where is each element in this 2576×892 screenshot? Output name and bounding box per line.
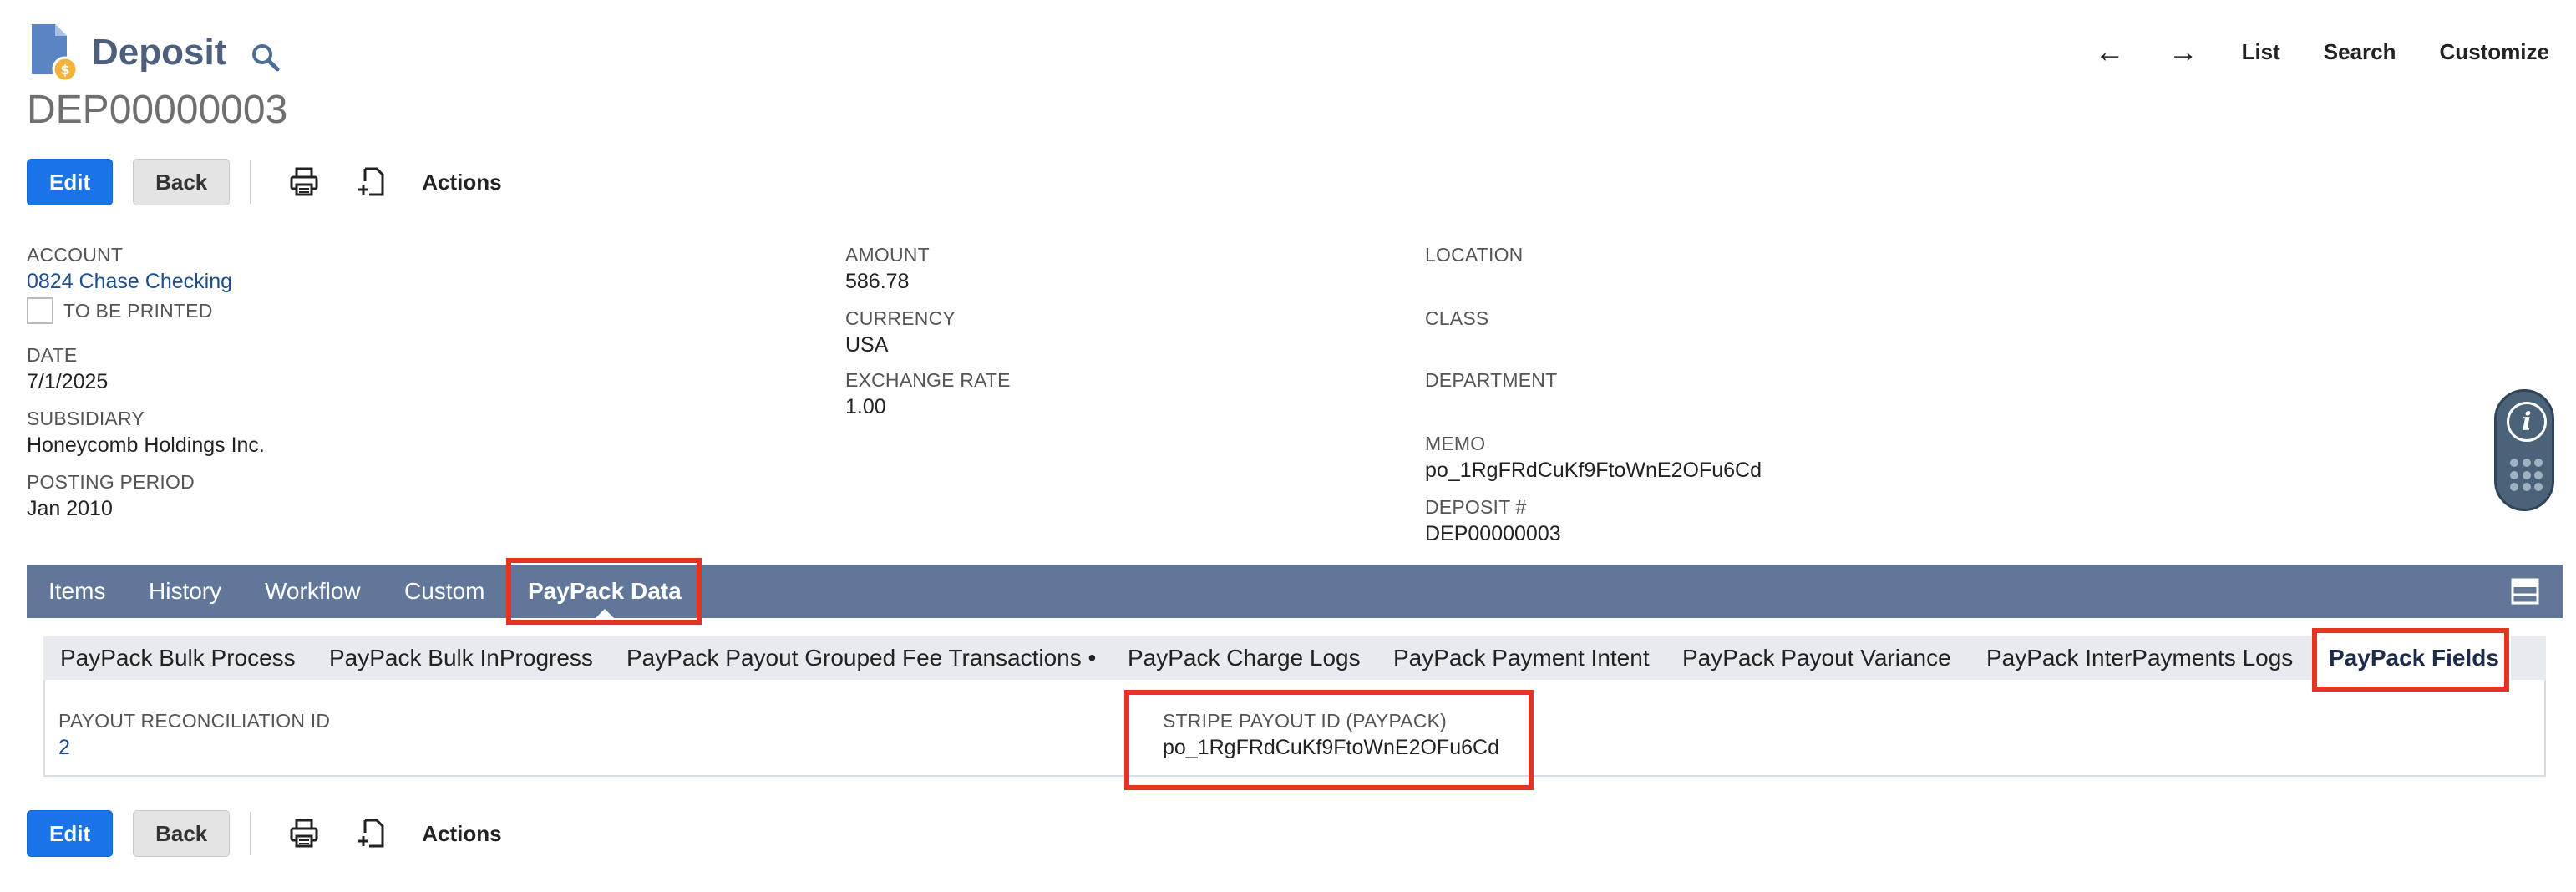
amount-field: AMOUNT 586.78 <box>845 244 930 294</box>
print-icon[interactable] <box>288 818 320 849</box>
exchange-rate-field: EXCHANGE RATE 1.00 <box>845 369 1011 419</box>
tab-history-label: History <box>149 578 222 604</box>
record-id: DEP00000003 <box>27 88 288 132</box>
deposit-number-field: DEPOSIT # DEP00000003 <box>1425 496 1561 546</box>
tab-custom[interactable]: Custom <box>404 565 484 618</box>
amount-value: 586.78 <box>845 270 910 293</box>
deposit-number-value: DEP00000003 <box>1425 522 1561 545</box>
account-field: ACCOUNT 0824 Chase Checking <box>27 244 232 294</box>
date-value: 7/1/2025 <box>27 370 109 393</box>
account-link[interactable]: 0824 Chase Checking <box>27 270 232 294</box>
main-tab-bar: Items History Workflow Custom PayPack Da… <box>27 565 2563 619</box>
edit-button-bottom[interactable]: Edit <box>27 810 114 857</box>
memo-label: MEMO <box>1425 433 1486 454</box>
bottom-toolbar: Edit Back Actions <box>27 808 502 859</box>
subtab-payment-intent[interactable]: PayPack Payment Intent <box>1393 636 1650 680</box>
exchange-rate-value: 1.00 <box>845 395 886 418</box>
location-label: LOCATION <box>1425 244 1524 266</box>
tab-items[interactable]: Items <box>48 565 105 618</box>
location-field: LOCATION <box>1425 244 1523 266</box>
posting-period-field: POSTING PERIOD Jan 2010 <box>27 471 195 521</box>
department-field: DEPARTMENT <box>1425 369 1557 392</box>
memo-value: po_1RgFRdCuKf9FtoWnE2OFu6Cd <box>1425 459 1762 482</box>
subsidiary-value: Honeycomb Holdings Inc. <box>27 433 265 457</box>
payout-reconciliation-link[interactable]: 2 <box>58 736 330 760</box>
posting-period-value: Jan 2010 <box>27 497 113 520</box>
account-label: ACCOUNT <box>27 244 124 266</box>
deposit-document-icon: $ <box>27 23 80 83</box>
subsidiary-field: SUBSIDIARY Honeycomb Holdings Inc. <box>27 408 265 458</box>
to-be-printed-label: TO BE PRINTED <box>63 299 213 322</box>
back-button[interactable]: Back <box>133 159 231 205</box>
tab-workflow-label: Workflow <box>265 578 361 604</box>
deposit-number-label: DEPOSIT # <box>1425 496 1527 518</box>
tab-items-label: Items <box>48 578 106 604</box>
department-label: DEPARTMENT <box>1425 369 1558 391</box>
list-link[interactable]: List <box>2242 39 2280 65</box>
search-icon[interactable] <box>250 42 281 73</box>
tab-workflow[interactable]: Workflow <box>265 565 361 618</box>
subsidiary-label: SUBSIDIARY <box>27 408 145 429</box>
toolbar-divider <box>250 160 252 204</box>
highlight-paypack-fields-subtab <box>2312 628 2509 692</box>
currency-label: CURRENCY <box>845 307 956 329</box>
class-field: CLASS <box>1425 307 1488 330</box>
actions-menu[interactable]: Actions <box>422 170 501 195</box>
paypack-subtab-bar: PayPack Bulk Process PayPack Bulk InProg… <box>43 636 2546 680</box>
search-link[interactable]: Search <box>2324 39 2396 65</box>
date-field: DATE 7/1/2025 <box>27 344 108 394</box>
to-be-printed-checkbox[interactable] <box>27 297 53 324</box>
date-label: DATE <box>27 344 78 366</box>
subtab-interpayments-logs[interactable]: PayPack InterPayments Logs <box>1986 636 2293 680</box>
exchange-rate-label: EXCHANGE RATE <box>845 369 1011 391</box>
layout-toggle-icon[interactable] <box>2511 578 2539 605</box>
posting-period-label: POSTING PERIOD <box>27 471 195 493</box>
toolbar-divider-bottom <box>250 812 252 855</box>
tab-history[interactable]: History <box>149 565 221 618</box>
subtab-charge-logs[interactable]: PayPack Charge Logs <box>1128 636 1361 680</box>
print-icon[interactable] <box>288 166 320 198</box>
customize-link[interactable]: Customize <box>2440 39 2549 65</box>
new-document-icon[interactable] <box>355 166 387 198</box>
back-button-bottom[interactable]: Back <box>133 810 231 857</box>
previous-record-arrow-icon[interactable]: ← <box>2095 37 2125 67</box>
subtab-payout-grouped-fee-transactions[interactable]: PayPack Payout Grouped Fee Transactions … <box>626 636 1096 680</box>
top-toolbar: Edit Back Actions <box>27 157 502 207</box>
grid-dots-icon[interactable] <box>2510 459 2543 492</box>
page-title: Deposit <box>92 32 227 73</box>
payout-reconciliation-field: PAYOUT RECONCILIATION ID 2 <box>58 710 330 760</box>
class-label: CLASS <box>1425 307 1489 329</box>
actions-menu-bottom[interactable]: Actions <box>422 821 501 847</box>
subtab-bulk-process[interactable]: PayPack Bulk Process <box>60 636 296 680</box>
page-header: $ Deposit <box>27 23 281 83</box>
highlight-stripe-payout-id <box>1124 690 1534 790</box>
svg-text:$: $ <box>60 62 69 78</box>
payout-reconciliation-label: PAYOUT RECONCILIATION ID <box>58 710 331 732</box>
tab-custom-label: Custom <box>404 578 485 604</box>
currency-value: USA <box>845 333 889 357</box>
new-document-icon[interactable] <box>355 818 387 849</box>
memo-field: MEMO po_1RgFRdCuKf9FtoWnE2OFu6Cd <box>1425 433 1762 483</box>
to-be-printed-row: TO BE PRINTED <box>27 297 213 324</box>
edit-button[interactable]: Edit <box>27 159 114 205</box>
highlight-paypack-data-tab <box>506 558 702 625</box>
info-icon[interactable]: i <box>2507 402 2547 442</box>
currency-field: CURRENCY USA <box>845 307 956 357</box>
side-help-widget: i <box>2494 389 2554 511</box>
subtab-bulk-inprogress[interactable]: PayPack Bulk InProgress <box>329 636 593 680</box>
amount-label: AMOUNT <box>845 244 930 266</box>
top-navigation: ← → List Search Customize <box>2095 37 2549 67</box>
next-record-arrow-icon[interactable]: → <box>2168 37 2198 67</box>
subtab-payout-variance[interactable]: PayPack Payout Variance <box>1682 636 1951 680</box>
